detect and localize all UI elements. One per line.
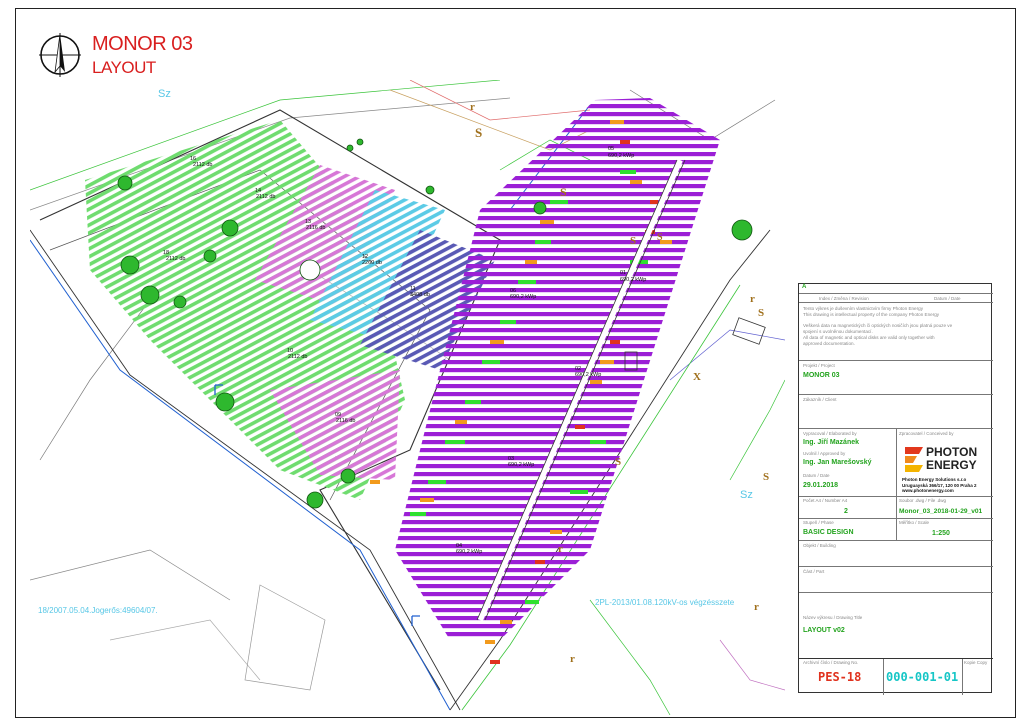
date-label: Datum / Date xyxy=(803,473,830,478)
parcel-label-top: Sz xyxy=(158,88,171,100)
station-power-05: 690,2 kWp xyxy=(608,153,634,159)
site-layout-drawing: 16 2112 db 14 2112 db 13 2116 db 12 2260… xyxy=(30,80,785,715)
station-power-06: 690,2 kWp xyxy=(510,294,536,300)
client-label: Zákazník / Client xyxy=(803,397,837,402)
note-line-4: spojení s uvolněnou dokumentací. xyxy=(803,329,873,334)
file-label: Soubor .dwg / File .dwg xyxy=(899,498,947,503)
project-row: Projekt / Project MONOR 03 xyxy=(799,360,993,394)
company-name-line-2: ENERGY xyxy=(926,458,977,472)
company-name: PHOTON ENERGY xyxy=(926,446,977,472)
field-count-11: 3408 db xyxy=(410,292,430,298)
svg-text:r: r xyxy=(750,293,755,305)
svg-text:X: X xyxy=(693,371,701,383)
station-label-01: 01 xyxy=(620,270,626,276)
building-label: Objekt / Building xyxy=(803,543,836,548)
svg-text:r: r xyxy=(558,543,563,555)
revision-header-row: Index / Změna / Revision Datum / Date xyxy=(799,293,993,302)
drawing-title: MONOR 03 LAYOUT xyxy=(92,32,193,80)
client-row: Zákazník / Client xyxy=(799,394,993,428)
building-row: Objekt / Building xyxy=(799,540,993,566)
svg-text:S: S xyxy=(758,307,764,319)
revision-row: A xyxy=(799,284,993,293)
field-count-13: 2116 db xyxy=(306,225,325,231)
station-power-02: 690,2 kWp xyxy=(575,372,601,378)
file-value: Monor_03_2018-01-29_v01 xyxy=(899,508,983,515)
svg-text:S: S xyxy=(657,232,663,243)
company-address-3: www.photonenergy.com xyxy=(902,488,954,494)
phase-scale-row: Stupeň / Phase BASIC DESIGN Měřítko / Sc… xyxy=(799,518,993,541)
svg-text:S: S xyxy=(763,471,769,483)
title-line-2: LAYOUT xyxy=(92,58,156,77)
svg-text:r: r xyxy=(470,101,475,113)
company-address: Photon Energy Solutions s.r.o Uruguayská… xyxy=(902,477,977,494)
note-line-6: approved documentation. xyxy=(803,341,855,346)
svg-text:r: r xyxy=(754,601,759,613)
field-count-09: 2116 db xyxy=(336,418,355,424)
part-row: Část / Part xyxy=(799,566,993,592)
revision-letter: A xyxy=(802,284,807,290)
field-count-16: 2112 db xyxy=(193,162,212,168)
part-label: Část / Part xyxy=(803,569,825,574)
date-value: 29.01.2018 xyxy=(803,482,839,489)
field-count-10: 2112 db xyxy=(288,354,307,360)
note-line-5: All data of magnetic and optical disks a… xyxy=(803,335,935,340)
title-line-1: MONOR 03 xyxy=(92,33,193,55)
approved-label: Uvolnil / Approved by xyxy=(803,451,846,456)
scale-value: 1:250 xyxy=(932,530,950,537)
project-value: MONOR 03 xyxy=(803,372,840,379)
project-label: Projekt / Project xyxy=(803,363,835,368)
map-text-right: 2PL-2013/01.08.120kV-os végzésszete xyxy=(595,598,735,607)
photon-energy-logo-icon xyxy=(905,447,923,472)
station-power-03: 690,2 kWp xyxy=(508,462,534,468)
note-line-1: Tento výkres je duševním vlastnictvím fi… xyxy=(803,306,923,311)
notes-row: Tento výkres je duševním vlastnictvím fi… xyxy=(799,302,993,360)
copy-label: Kopie Copy xyxy=(964,660,988,665)
phase-value: BASIC DESIGN xyxy=(803,529,854,536)
drawing-title-label: Název výkresu / Drawing Title xyxy=(803,615,863,620)
station-label-05: 05 xyxy=(608,146,614,152)
company-address-1: Photon Energy Solutions s.r.o xyxy=(902,477,967,482)
drawing-title-value: LAYOUT v02 xyxy=(803,627,845,634)
archive-number: PES-18 xyxy=(818,670,862,684)
svg-text:S: S xyxy=(615,456,621,468)
sheets-file-row: Počet A4 / Number A4 2 Soubor .dwg / Fil… xyxy=(799,496,993,519)
conceived-label: Zpracovatel / Conceived by xyxy=(899,431,954,436)
drawing-title-row: Název výkresu / Drawing Title LAYOUT v02 xyxy=(799,592,993,658)
field-count-18: 2112 db xyxy=(166,256,185,262)
drawing-number: 000-001-01 xyxy=(886,670,959,684)
svg-text:S: S xyxy=(560,185,567,199)
svg-text:S: S xyxy=(630,235,636,247)
drawn-value: Ing. Jiří Mazánek xyxy=(803,439,860,446)
note-line-2: This drawing is intellectual property of… xyxy=(803,312,940,317)
scale-label: Měřítko / Scale xyxy=(899,520,930,525)
archive-label: Archivní číslo / Drawing No. xyxy=(803,660,859,665)
svg-text:S: S xyxy=(475,125,482,140)
drawn-label: Vypracoval / Elaborated by xyxy=(803,431,857,436)
sheets-value: 2 xyxy=(844,508,848,515)
north-arrow-icon xyxy=(39,33,81,77)
parcel-label-right: Sz xyxy=(740,489,753,501)
field-count-12: 2260 db xyxy=(362,260,382,266)
svg-text:r: r xyxy=(570,653,575,665)
station-power-01: 690,2 kWp xyxy=(620,277,646,283)
sheets-label: Počet A4 / Number A4 xyxy=(803,498,848,503)
approved-value: Ing. Jan Marešovský xyxy=(803,459,872,466)
note-line-3: Veškerá data na magnetických či optickýc… xyxy=(803,323,953,328)
phase-label: Stupeň / Phase xyxy=(803,520,834,525)
field-count-14: 2112 db xyxy=(256,194,275,200)
station-power-04: 690,2 kWp xyxy=(456,549,482,555)
map-text-left: 18/2007.05.04.Jogerős:49604/07. xyxy=(38,606,158,615)
